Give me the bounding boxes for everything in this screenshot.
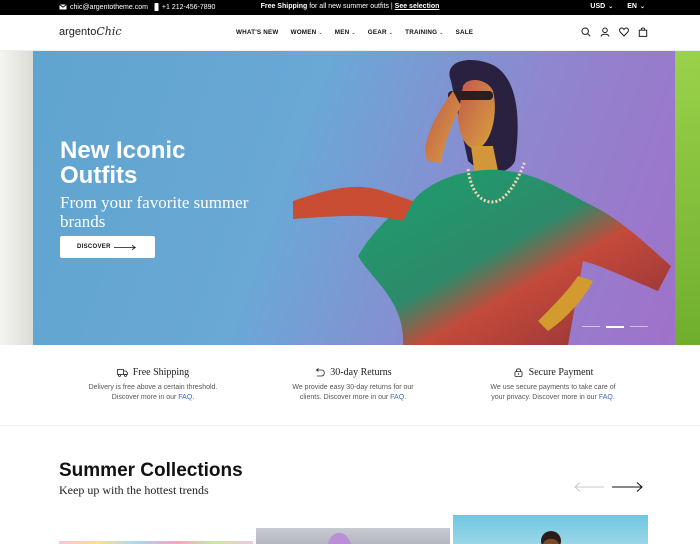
collection-card[interactable]	[453, 515, 648, 544]
chevron-down-icon: ⌄	[639, 4, 645, 10]
slider-dot[interactable]	[630, 326, 648, 327]
chevron-down-icon: ⌄	[351, 30, 356, 36]
nav-item-men[interactable]: MEN ⌄	[335, 29, 356, 36]
search-icon[interactable]	[581, 27, 591, 37]
collection-card-image	[541, 531, 561, 544]
language-value: EN	[627, 3, 637, 10]
feature-30-day-returns: 30-day Returns We provide easy 30-day re…	[263, 367, 443, 403]
nav-label: MEN	[334, 29, 350, 36]
feature-desc-line1: Delivery is free above a certain thresho…	[88, 384, 218, 391]
feature-desc-line2: your privacy. Discover more in our	[491, 394, 599, 401]
nav-label: WHAT'S NEW	[236, 29, 279, 36]
nav-label: TRAINING	[405, 29, 438, 36]
carousel-next-arrow-icon[interactable]	[612, 481, 643, 493]
nav-item-women[interactable]: WOMEN ⌄	[291, 29, 323, 36]
logo-script: Chic	[96, 25, 122, 38]
feature-title: 30-day Returns	[330, 367, 392, 378]
feature-desc-tail: .	[404, 394, 407, 401]
logo-main: argento	[59, 26, 97, 38]
locale-switchers: USD ⌄ EN ⌄	[590, 3, 645, 10]
collection-card[interactable]	[59, 515, 253, 544]
hero-next-slide-peek[interactable]	[675, 51, 700, 345]
feature-desc-tail: .	[192, 394, 195, 401]
main-nav: WHAT'S NEW WOMEN ⌄ MEN ⌄ GEAR ⌄ TRAINING ⌄ S…	[236, 29, 473, 36]
faq-link[interactable]: FAQ	[178, 394, 192, 401]
feature-desc-line2: Discover more in our	[111, 394, 179, 401]
site-logo[interactable]: argentoChic	[59, 25, 122, 38]
header-actions	[581, 27, 648, 37]
hero-prev-slide-peek[interactable]	[0, 51, 33, 345]
hero-slider: New Iconic Outfits From your favorite su…	[33, 51, 675, 345]
nav-item-training[interactable]: TRAINING ⌄	[405, 29, 443, 36]
feature-secure-payment: Secure Payment We use secure payments to…	[463, 367, 643, 403]
feature-desc-line2: clients. Discover more in our	[299, 394, 391, 401]
feature-description: We provide easy 30-day returns for our c…	[263, 383, 443, 403]
bag-icon[interactable]	[638, 27, 648, 37]
faq-link[interactable]: FAQ	[390, 394, 404, 401]
truck-icon	[116, 369, 128, 377]
feature-title: Free Shipping	[132, 367, 190, 378]
collections-subtitle: Keep up with the hottest trends	[59, 483, 209, 497]
nav-label: WOMEN	[290, 29, 317, 36]
nav-item-sale[interactable]: SALE	[456, 29, 474, 36]
collection-card-image	[328, 532, 351, 544]
feature-title-row: Free Shipping	[63, 367, 243, 378]
chevron-down-icon: ⌄	[608, 4, 614, 10]
chevron-down-icon: ⌄	[388, 30, 394, 36]
carousel-prev-arrow-icon[interactable]	[574, 481, 604, 493]
feature-description: We use secure payments to take care of y…	[463, 383, 643, 403]
slider-dot[interactable]	[582, 326, 600, 327]
faq-link[interactable]: FAQ	[599, 394, 613, 401]
language-selector[interactable]: EN ⌄	[627, 3, 645, 10]
slider-dot-active[interactable]	[606, 326, 624, 328]
feature-desc-line1: We provide easy 30-day returns for our	[292, 384, 414, 391]
user-icon[interactable]	[600, 27, 610, 37]
heart-icon[interactable]	[619, 27, 629, 37]
feature-free-shipping: Free Shipping Delivery is free above a c…	[63, 367, 243, 403]
currency-value: USD	[590, 3, 606, 10]
promo-bold: Free Shipping	[260, 3, 308, 10]
feature-desc-line1: We use secure payments to take care of	[490, 384, 616, 391]
collection-card[interactable]	[256, 528, 450, 544]
collections-title: Summer Collections	[59, 460, 243, 481]
features-strip: Free Shipping Delivery is free above a c…	[0, 345, 700, 426]
feature-description: Delivery is free above a certain thresho…	[63, 383, 243, 403]
main-header: argentoChic WHAT'S NEW WOMEN ⌄ MEN ⌄ GEAR ⌄…	[0, 15, 700, 51]
promo-text: for all new summer outfits |	[307, 3, 395, 10]
nav-item-whats-new[interactable]: WHAT'S NEW	[236, 29, 279, 36]
return-icon	[316, 368, 325, 377]
discover-button[interactable]: DISCOVER	[60, 236, 155, 258]
slider-pagination	[582, 326, 648, 328]
feature-desc-tail: .	[612, 394, 615, 401]
top-bar: chic@argentotheme.com +1 212-456-7890 Fr…	[0, 0, 700, 15]
currency-selector[interactable]: USD ⌄	[590, 3, 613, 10]
discover-button-label: DISCOVER	[77, 244, 111, 250]
hero-model-image	[293, 60, 671, 345]
nav-label: GEAR	[367, 29, 387, 36]
feature-title-row: Secure Payment	[463, 367, 643, 378]
feature-title: Secure Payment	[528, 367, 594, 378]
hero-subtitle: From your favorite summer brands	[60, 193, 249, 231]
feature-title-row: 30-day Returns	[263, 367, 443, 378]
chevron-down-icon: ⌄	[439, 30, 444, 36]
promo-link[interactable]: See selection	[395, 3, 440, 10]
chevron-down-icon: ⌄	[318, 30, 323, 36]
nav-item-gear[interactable]: GEAR ⌄	[368, 29, 393, 36]
hero-title: New Iconic Outfits	[60, 137, 186, 189]
nav-label: SALE	[455, 29, 474, 36]
lock-icon	[514, 368, 523, 377]
arrow-right-icon	[114, 245, 136, 250]
